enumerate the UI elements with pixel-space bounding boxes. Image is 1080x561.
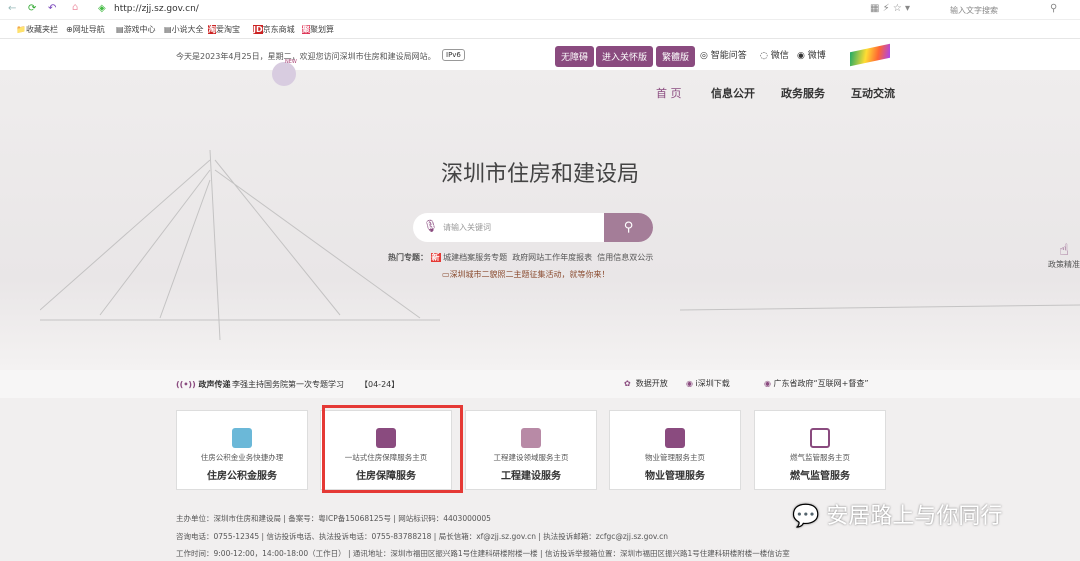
care-mode-button[interactable]: 进入关怀版 — [596, 46, 654, 67]
news-label-text: 政声传递 — [198, 380, 231, 389]
broadcast-icon: ((•)) — [176, 380, 196, 389]
url-field[interactable]: http://zjj.sz.gov.cn/ — [114, 4, 199, 14]
card-title: 工程建设服务 — [501, 471, 561, 482]
date-text: 今天是2023年4月25日，星期二，欢迎您访问深圳市住房和建设局网站。 — [176, 52, 436, 61]
back-icon[interactable]: ← — [8, 3, 16, 14]
hand-pointer-icon: ☝ — [1059, 240, 1069, 259]
browser-toolbar: ← ⟳ ↶ ⌂ ◈ http://zjj.sz.gov.cn/ ▦ ⚡ ☆ ▾ … — [0, 0, 1080, 20]
bookmark-juhuasuan[interactable]: 聚聚划算 — [302, 24, 334, 35]
bookmark-jd[interactable]: JD京东商城 — [253, 24, 295, 35]
new-tag: 新 — [430, 253, 441, 262]
hot-topic-link[interactable]: 政府网站工作年度报表 — [512, 253, 592, 262]
search-button[interactable]: ⚲ — [604, 213, 653, 242]
card-construction[interactable]: 工程建设领域服务主页 工程建设服务 — [465, 410, 597, 490]
hot-label: 热门专题： — [388, 253, 428, 262]
side-label: 政策精准 — [1048, 260, 1080, 269]
app-icon: ◉ — [686, 379, 693, 388]
card-subtitle: 住房公积金业务快捷办理 — [200, 453, 284, 462]
bookmark-label: 小说大全 — [171, 25, 204, 34]
bookmark-nav[interactable]: ⊕网址导航 — [66, 24, 105, 35]
news-bar: ((•)) 政声传递 李强主持国务院第一次专题学习 【04-24】 ✿ 数据开放… — [0, 370, 1080, 398]
house-icon — [665, 428, 685, 448]
hot-topic-link[interactable]: 信用信息双公示 — [597, 253, 653, 262]
search-box: 🎙 请输入关键词 ⚲ — [413, 213, 653, 242]
card-housing-fund[interactable]: 住房公积金业务快捷办理 住房公积金服务 — [176, 410, 308, 490]
nav-services[interactable]: 政务服务 — [781, 85, 825, 101]
bookmark-label: 收藏夹栏 — [25, 25, 58, 34]
weibo-link[interactable]: ◉ 微博 — [797, 48, 826, 61]
accessibility-button[interactable]: 无障碍 — [555, 46, 595, 67]
gas-meter-icon — [810, 428, 830, 448]
bookmark-taobao[interactable]: 淘爱淘宝 — [208, 24, 240, 35]
bookmark-label: 聚划算 — [310, 25, 334, 34]
link-label: 广东省政府“互联网+督查” — [773, 379, 869, 388]
link-label: 智能问答 — [710, 51, 747, 61]
link-label: 微博 — [807, 51, 826, 61]
activity-text: 深圳城市二貌照二主题征集活动，就等你来！ — [449, 270, 610, 279]
ishenzhen-link[interactable]: ◉ i深圳下载 — [686, 378, 730, 389]
refresh-icon[interactable]: ⟳ — [28, 3, 36, 14]
hero-banner: 深圳市住房和建设局 🎙 请输入关键词 ⚲ 热门专题： 新 城建档案服务专题 政府… — [0, 70, 1080, 370]
supervision-link[interactable]: ◉ 广东省政府“互联网+督查” — [764, 378, 869, 389]
news-label: ((•)) 政声传递 — [176, 379, 231, 390]
nav-info[interactable]: 信息公开 — [711, 85, 755, 101]
traditional-chinese-button[interactable]: 繁體版 — [656, 46, 696, 67]
ipv6-badge: IPv6 — [442, 49, 465, 61]
new-badge: NEW — [285, 59, 297, 65]
bookmarks-bar: 📁收藏夹栏 ⊕网址导航 ▤游戏中心 ▤小说大全 淘爱淘宝 JD京东商城 聚聚划算 — [0, 20, 1080, 39]
logo-emblem — [272, 62, 296, 86]
card-property[interactable]: 物业管理服务主页 物业管理服务 — [609, 410, 741, 490]
bookmark-games[interactable]: ▤游戏中心 — [116, 24, 156, 35]
bookmark-novels[interactable]: ▤小说大全 — [164, 24, 204, 35]
crane-icon — [521, 428, 541, 448]
open-data-link[interactable]: ✿ 数据开放 — [624, 378, 668, 389]
highlight-box — [322, 405, 463, 493]
policy-side-button[interactable]: ☝ 政策精准 — [1048, 240, 1080, 270]
card-subtitle: 物业管理服务主页 — [645, 453, 705, 462]
search-icon[interactable]: ⚲ — [1050, 3, 1057, 14]
search-input[interactable]: 请输入关键词 — [443, 222, 491, 233]
qr-icon[interactable]: ▦ ⚡ ☆ ▾ — [870, 3, 910, 14]
watermark-text: 安居路上与你同行 — [826, 504, 1003, 529]
home-icon[interactable]: ⌂ — [72, 2, 78, 13]
nav-home[interactable]: 首 页 — [656, 85, 682, 101]
bookmark-label: 爱淘宝 — [216, 25, 240, 34]
link-label: 数据开放 — [635, 379, 668, 388]
card-gas[interactable]: 燃气监管服务主页 燃气监管服务 — [754, 410, 886, 490]
wechat-icon: 💬 — [792, 504, 820, 529]
microphone-icon[interactable]: 🎙 — [423, 219, 438, 233]
smart-qa-link[interactable]: ◎ 智能问答 — [700, 48, 747, 61]
watermark: 💬 安居路上与你同行 — [792, 498, 1002, 530]
hot-topic-link[interactable]: 城建档案服务专题 — [443, 253, 507, 262]
footer-line: 主办单位：深圳市住房和建设局 | 备案号：粤ICP备15068125号 | 网站… — [176, 514, 491, 523]
bookmark-label: 游戏中心 — [123, 25, 156, 34]
housing-fund-icon — [232, 428, 252, 448]
card-subtitle: 工程建设领域服务主页 — [493, 453, 569, 462]
footer-line: 咨询电话：0755-12345 | 信访投诉电话、执法投诉电话：0755-837… — [176, 532, 669, 541]
bookmark-label: 网址导航 — [72, 25, 105, 34]
site-title: 深圳市住房和建设局 — [440, 162, 639, 187]
hot-topics: 热门专题： 新 城建档案服务专题 政府网站工作年度报表 信用信息双公示 — [388, 252, 653, 263]
browser-search-input[interactable]: 输入文字搜索 — [950, 5, 998, 16]
card-subtitle: 燃气监管服务主页 — [790, 453, 850, 462]
news-headline[interactable]: 李强主持国务院第一次专题学习 — [232, 379, 344, 390]
site-header: 今天是2023年4月25日，星期二，欢迎您访问深圳市住房和建设局网站。 IPv6… — [0, 40, 1080, 86]
card-title: 住房公积金服务 — [207, 471, 277, 482]
link-label: 微信 — [770, 51, 789, 61]
activity-link[interactable]: ▭深圳城市二貌照二主题征集活动，就等你来！ — [442, 269, 610, 280]
wechat-link[interactable]: ◌ 微信 — [760, 48, 789, 61]
emblem-icon: ◉ — [764, 379, 771, 388]
card-title: 物业管理服务 — [645, 471, 705, 482]
data-icon: ✿ — [624, 379, 631, 388]
card-title: 燃气监管服务 — [790, 471, 850, 482]
link-label: i深圳下载 — [695, 379, 730, 388]
shield-icon: ◈ — [98, 3, 106, 14]
footer-line: 工作时间：9:00-12:00，14:00-18:00（工作日） | 通讯地址：… — [176, 549, 790, 558]
nav-interaction[interactable]: 互动交流 — [851, 85, 895, 101]
undo-icon[interactable]: ↶ — [48, 3, 56, 14]
bookmark-favorites[interactable]: 📁收藏夹栏 — [16, 24, 58, 35]
news-date: 【04-24】 — [360, 380, 400, 389]
bookmark-label: 京东商城 — [262, 25, 295, 34]
